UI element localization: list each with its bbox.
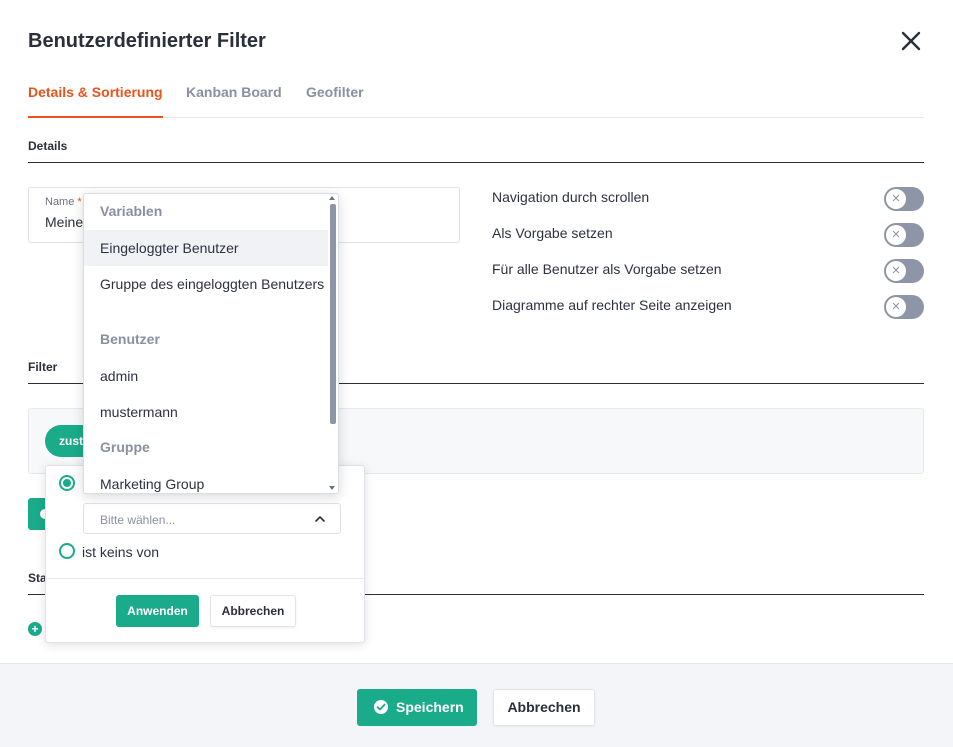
- toggle-diagramme-rechts[interactable]: ✕: [884, 295, 924, 319]
- cancel-button[interactable]: Abbrechen: [493, 689, 595, 726]
- dropdown-option[interactable]: admin: [84, 358, 328, 394]
- filter-section-title: Filter: [28, 360, 58, 374]
- dialog-footer: Speichern Abbrechen: [0, 663, 953, 747]
- toggle-off-icon: ✕: [886, 261, 906, 281]
- name-value: Meine: [45, 214, 84, 230]
- scroll-up-icon[interactable]: [329, 196, 335, 200]
- toggle-label: Diagramme auf rechter Seite anzeigen: [492, 297, 732, 313]
- toggle-off-icon: ✕: [886, 297, 906, 317]
- name-label-text: Name: [45, 196, 75, 208]
- apply-button[interactable]: Anwenden: [116, 595, 199, 627]
- popover-divider: [46, 578, 364, 579]
- save-button[interactable]: Speichern: [357, 689, 477, 726]
- dropdown-option[interactable]: mustermann: [84, 394, 328, 430]
- toggle-row-alle-benutzer-vorgabe: Für alle Benutzer als Vorgabe setzen ✕: [492, 259, 924, 285]
- toggle-als-vorgabe[interactable]: ✕: [884, 223, 924, 247]
- toggle-row-navigation-scroll: Navigation durch scrollen ✕: [492, 187, 924, 213]
- toggle-row-diagramme-rechts: Diagramme auf rechter Seite anzeigen ✕: [492, 295, 924, 321]
- tab-bar: Details & Sortierung Kanban Board Geofil…: [28, 84, 924, 118]
- value-dropdown-list: Variablen Eingeloggter Benutzer Gruppe d…: [83, 193, 339, 494]
- required-mark: *: [77, 196, 82, 208]
- dropdown-scrollbar[interactable]: [330, 204, 336, 424]
- check-circle-icon: [374, 700, 388, 714]
- toggle-off-icon: ✕: [886, 225, 906, 245]
- radio-is-none-of[interactable]: [59, 543, 75, 559]
- value-select[interactable]: Bitte wählen...: [83, 503, 341, 534]
- tab-kanban-board[interactable]: Kanban Board: [186, 84, 282, 118]
- close-icon: [901, 31, 921, 51]
- dropdown-group-label: Benutzer: [100, 331, 160, 347]
- toggle-off-icon: ✕: [886, 189, 906, 209]
- name-label: Name *: [45, 196, 82, 208]
- dropdown-option[interactable]: Gruppe des eingeloggten Benutzers: [84, 266, 328, 320]
- save-button-label: Speichern: [396, 699, 464, 715]
- dialog-title: Benutzerdefinierter Filter: [28, 30, 266, 52]
- plus-icon[interactable]: +: [28, 622, 42, 636]
- chevron-up-icon: [315, 516, 325, 522]
- dropdown-group-label: Variablen: [100, 203, 163, 219]
- toggle-navigation-scroll[interactable]: ✕: [884, 187, 924, 211]
- dropdown-option[interactable]: Eingeloggter Benutzer: [84, 230, 328, 266]
- select-placeholder: Bitte wählen...: [100, 513, 176, 527]
- dropdown-option[interactable]: Marketing Group: [84, 466, 328, 493]
- toggle-row-als-vorgabe: Als Vorgabe setzen ✕: [492, 223, 924, 249]
- toggle-alle-benutzer-vorgabe[interactable]: ✕: [884, 259, 924, 283]
- close-button[interactable]: [898, 28, 924, 54]
- details-divider: [28, 162, 924, 163]
- toggle-label: Als Vorgabe setzen: [492, 225, 613, 241]
- details-section-title: Details: [28, 139, 68, 153]
- popover-cancel-button[interactable]: Abbrechen: [210, 595, 296, 627]
- scroll-down-icon[interactable]: [329, 486, 335, 490]
- partial-section-title: Sta: [28, 571, 47, 585]
- toggle-label: Navigation durch scrollen: [492, 189, 650, 205]
- tab-details-sortierung[interactable]: Details & Sortierung: [28, 84, 163, 118]
- dropdown-group-label: Gruppe: [100, 439, 150, 455]
- radio-is-one-of[interactable]: [59, 475, 75, 491]
- tab-geofilter[interactable]: Geofilter: [306, 84, 364, 118]
- radio-is-none-of-label: ist keins von: [82, 544, 160, 560]
- toggle-label: Für alle Benutzer als Vorgabe setzen: [492, 261, 722, 277]
